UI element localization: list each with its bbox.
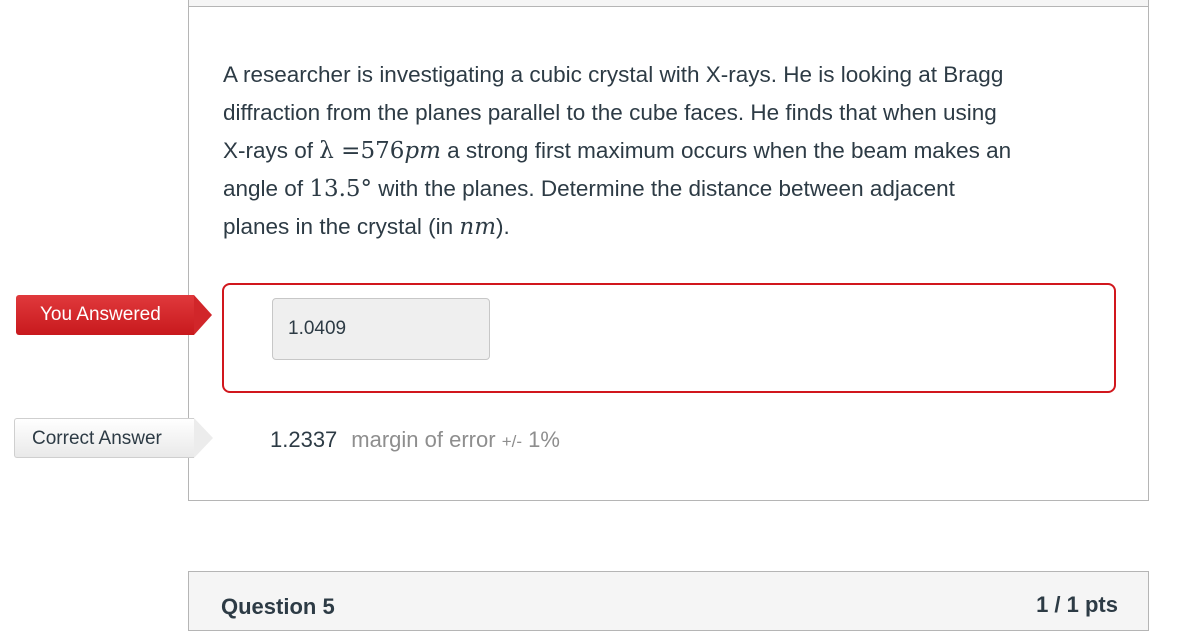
math-unit-nm: nm xyxy=(459,214,496,240)
margin-of-error: margin of error +/- 1% xyxy=(351,427,560,452)
margin-label: margin of error xyxy=(351,427,502,452)
question-line-text: with the planes. Determine the distance … xyxy=(372,176,955,201)
question-line: angle of 13.5° with the planes. Determin… xyxy=(223,170,1123,208)
math-lambda: λ xyxy=(319,138,334,164)
math-unit-pm: pm xyxy=(404,138,441,164)
question-line: X-rays of λ =576pm a strong first maximu… xyxy=(223,132,1123,170)
question-text: A researcher is investigating a cubic cr… xyxy=(223,56,1123,246)
question-line-text: angle of xyxy=(223,176,310,201)
correct-answer-value: 1.2337 xyxy=(270,427,338,452)
incorrect-answer-box: 1.0409 xyxy=(222,283,1116,393)
question-line: planes in the crystal (in nm). xyxy=(223,208,1123,246)
correct-answer-tag: Correct Answer xyxy=(14,418,213,458)
correct-answer-row: 1.2337 margin of error +/- 1% xyxy=(270,424,560,458)
next-question-card: Question 5 1 / 1 pts xyxy=(188,571,1149,631)
margin-value: 1% xyxy=(522,427,560,452)
question-line-text: X-rays of xyxy=(223,138,320,163)
question-line-text: planes in the crystal (in xyxy=(223,214,460,239)
question-line: A researcher is investigating a cubic cr… xyxy=(223,62,1004,87)
question-card-header xyxy=(189,0,1148,7)
next-question-title: Question 5 xyxy=(221,594,335,619)
you-answered-tag: You Answered xyxy=(16,295,212,335)
question-line: diffraction from the planes parallel to … xyxy=(223,100,997,125)
question-line-text: a strong first maximum occurs when the b… xyxy=(440,138,1012,163)
math-angle: 13.5° xyxy=(309,176,373,202)
math-wavelength-value: =576 xyxy=(333,138,405,164)
answer-input: 1.0409 xyxy=(272,298,490,360)
question-line-text: ). xyxy=(496,214,510,239)
margin-symbol: +/- xyxy=(501,432,522,451)
next-question-points: 1 / 1 pts xyxy=(1036,592,1118,617)
